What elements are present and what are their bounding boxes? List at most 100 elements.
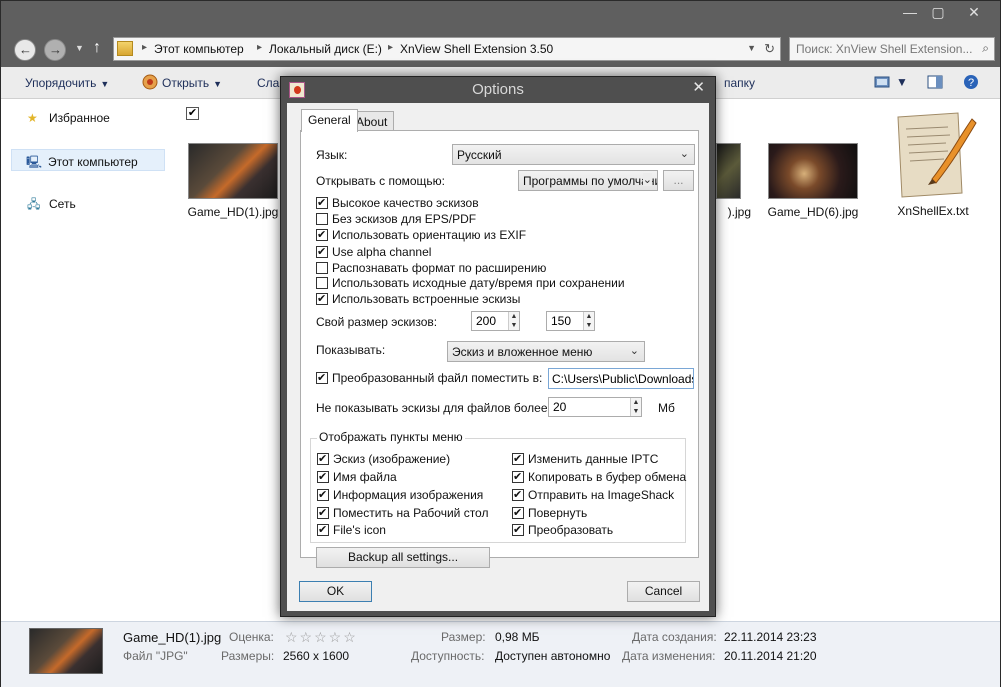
show-label: Показывать:	[316, 343, 386, 357]
chevron-right-icon: ▸	[388, 42, 394, 53]
address-bar[interactable]: ▸ Этот компьютер ▸ Локальный диск (E:) ▸…	[113, 37, 781, 61]
checkbox-box	[512, 470, 524, 483]
ok-button[interactable]: OK	[299, 581, 372, 602]
help-icon[interactable]: ?	[963, 74, 979, 90]
menu-check-convert[interactable]: Преобразовать	[512, 523, 613, 537]
checkbox-converted-folder[interactable]: Преобразованный файл поместить в:	[316, 371, 542, 386]
chevron-down-icon: ⌄	[629, 345, 639, 357]
menu-check-rotate[interactable]: Повернуть	[512, 506, 587, 520]
item-checkbox[interactable]: ✔	[186, 107, 199, 120]
folder-icon	[117, 41, 133, 56]
preview-pane-icon[interactable]	[927, 74, 943, 90]
checkbox-box	[317, 488, 329, 501]
chevron-down-icon: ▼	[100, 79, 110, 89]
breadcrumb-drive[interactable]: Локальный диск (E:)	[269, 42, 382, 56]
menu-check-copy-clipboard[interactable]: Копировать в буфер обмена	[512, 470, 686, 484]
spinner-arrows-icon[interactable]: ▲ ▼	[583, 312, 594, 330]
address-dropdown-icon[interactable]: ▼	[747, 43, 756, 53]
menu-check-edit-iptc[interactable]: Изменить данные IPTC	[512, 452, 658, 466]
checkbox-label: Поместить на Рабочий стол	[333, 506, 489, 520]
language-label: Язык:	[316, 148, 348, 162]
organize-button[interactable]: Упорядочить ▼	[25, 76, 109, 90]
menu-check-imageshack[interactable]: Отправить на ImageShack	[512, 488, 674, 502]
open-with-select[interactable]: Программы по умолчани ⌄	[518, 170, 658, 191]
thumbnail-image	[768, 143, 858, 199]
checkbox-format-by-extension[interactable]: Распознавать формат по расширению	[316, 261, 546, 276]
dialog-close-icon[interactable]: ✕	[692, 78, 705, 96]
menu-check-set-wallpaper[interactable]: Поместить на Рабочий стол	[317, 506, 488, 520]
details-thumbnail	[29, 628, 103, 674]
dimensions-value: 2560 x 1600	[283, 649, 350, 663]
checkbox-no-eps-pdf[interactable]: Без эскизов для EPS/PDF	[316, 212, 476, 227]
up-arrow-icon[interactable]: ↑	[93, 39, 101, 57]
checkbox-label: Информация изображения	[333, 488, 484, 502]
max-size-unit: Мб	[658, 401, 675, 415]
menu-items-group-title: Отображать пункты меню	[317, 430, 465, 444]
view-dropdown-icon[interactable]: ▼	[896, 75, 908, 89]
nav-network[interactable]: 🖧 Сеть	[27, 195, 76, 216]
menu-check-filename[interactable]: Имя файла	[317, 470, 397, 484]
open-with-value: Программы по умолчани	[523, 174, 658, 188]
menu-check-image-info[interactable]: Информация изображения	[317, 488, 483, 502]
search-icon: ⌕	[982, 41, 989, 55]
checkbox-label: Преобразованный файл поместить в:	[332, 371, 543, 385]
size-label: Размер:	[441, 630, 486, 644]
checkbox-label: Использовать ориентацию из EXIF	[332, 228, 527, 242]
checkbox-exif-orientation[interactable]: Использовать ориентацию из EXIF	[316, 228, 526, 243]
browse-button[interactable]: ...	[663, 170, 694, 191]
cancel-button[interactable]: Cancel	[627, 581, 700, 602]
text-file-icon	[897, 112, 977, 198]
chevron-right-icon: ▸	[257, 42, 263, 53]
maximize-button[interactable]: ▢	[923, 1, 953, 23]
minimize-button[interactable]: —	[895, 1, 925, 23]
menu-check-thumbnail[interactable]: Эскиз (изображение)	[317, 452, 450, 466]
chevron-down-icon: ▼	[213, 79, 223, 89]
menu-check-file-icon[interactable]: File's icon	[317, 523, 386, 537]
back-button[interactable]: ←	[14, 39, 36, 61]
thumb-height-spinner[interactable]: 150 ▲ ▼	[546, 311, 595, 331]
history-dropdown-icon[interactable]: ▼	[75, 43, 84, 53]
open-with-label: Открывать с помощью:	[316, 174, 445, 188]
created-value: 22.11.2014 23:23	[724, 630, 817, 644]
spinner-arrows-icon[interactable]: ▲ ▼	[630, 398, 641, 416]
checkbox-alpha-channel[interactable]: Use alpha channel	[316, 245, 431, 260]
forward-button[interactable]: →	[44, 39, 66, 61]
spinner-arrows-icon[interactable]: ▲ ▼	[508, 312, 519, 330]
new-folder-button[interactable]: папку	[724, 76, 755, 90]
checkbox-keep-datetime[interactable]: Использовать исходные дату/время при сох…	[316, 276, 625, 291]
max-size-spinner[interactable]: 20 ▲ ▼	[548, 397, 642, 417]
checkbox-box	[316, 277, 328, 289]
rating-stars[interactable]: ☆☆☆☆☆	[285, 629, 358, 646]
nav-favorites[interactable]: ★ Избранное	[27, 111, 110, 125]
search-input[interactable]: Поиск: XnView Shell Extension... ⌕	[789, 37, 995, 61]
address-row: ← → ▼ ↑ ▸ Этот компьютер ▸ Локальный дис…	[1, 31, 1000, 67]
checkbox-box	[317, 523, 329, 536]
converted-path-input[interactable]: C:\Users\Public\Downloads	[548, 368, 694, 389]
checkbox-label: Use alpha channel	[332, 245, 432, 259]
open-button[interactable]: Открыть ▼	[162, 76, 222, 90]
nav-this-pc[interactable]: 🖳 Этот компьютер	[11, 149, 165, 171]
breadcrumb-folder[interactable]: XnView Shell Extension 3.50	[400, 42, 553, 56]
thumb-width-spinner[interactable]: 200 ▲ ▼	[471, 311, 520, 331]
change-view-icon[interactable]	[874, 74, 890, 90]
nav-favorites-label: Избранное	[49, 111, 110, 125]
size-value: 0,98 МБ	[495, 630, 540, 644]
show-select[interactable]: Эскиз и вложенное меню ⌄	[447, 341, 645, 362]
star-icon: ★	[27, 111, 38, 125]
details-file-type: Файл "JPG"	[123, 649, 188, 663]
checkbox-label: Отправить на ImageShack	[528, 488, 675, 502]
refresh-icon[interactable]: ↻	[764, 41, 775, 57]
slideshow-button[interactable]: Сла	[257, 76, 279, 90]
language-select[interactable]: Русский ⌄	[452, 144, 695, 165]
show-value: Эскиз и вложенное меню	[452, 345, 593, 359]
checkbox-box	[316, 262, 328, 274]
checkbox-label: Использовать исходные дату/время при сох…	[332, 276, 625, 290]
breadcrumb-this-pc[interactable]: Этот компьютер	[154, 42, 244, 56]
checkbox-high-quality[interactable]: Высокое качество эскизов	[316, 196, 479, 211]
close-button[interactable]: ✕	[959, 1, 989, 23]
backup-settings-button[interactable]: Backup all settings...	[316, 547, 490, 568]
checkbox-box	[512, 488, 524, 501]
organize-label: Упорядочить	[25, 76, 97, 90]
checkbox-embedded-thumbs[interactable]: Использовать встроенные эскизы	[316, 292, 520, 307]
tab-general[interactable]: General	[301, 109, 358, 132]
